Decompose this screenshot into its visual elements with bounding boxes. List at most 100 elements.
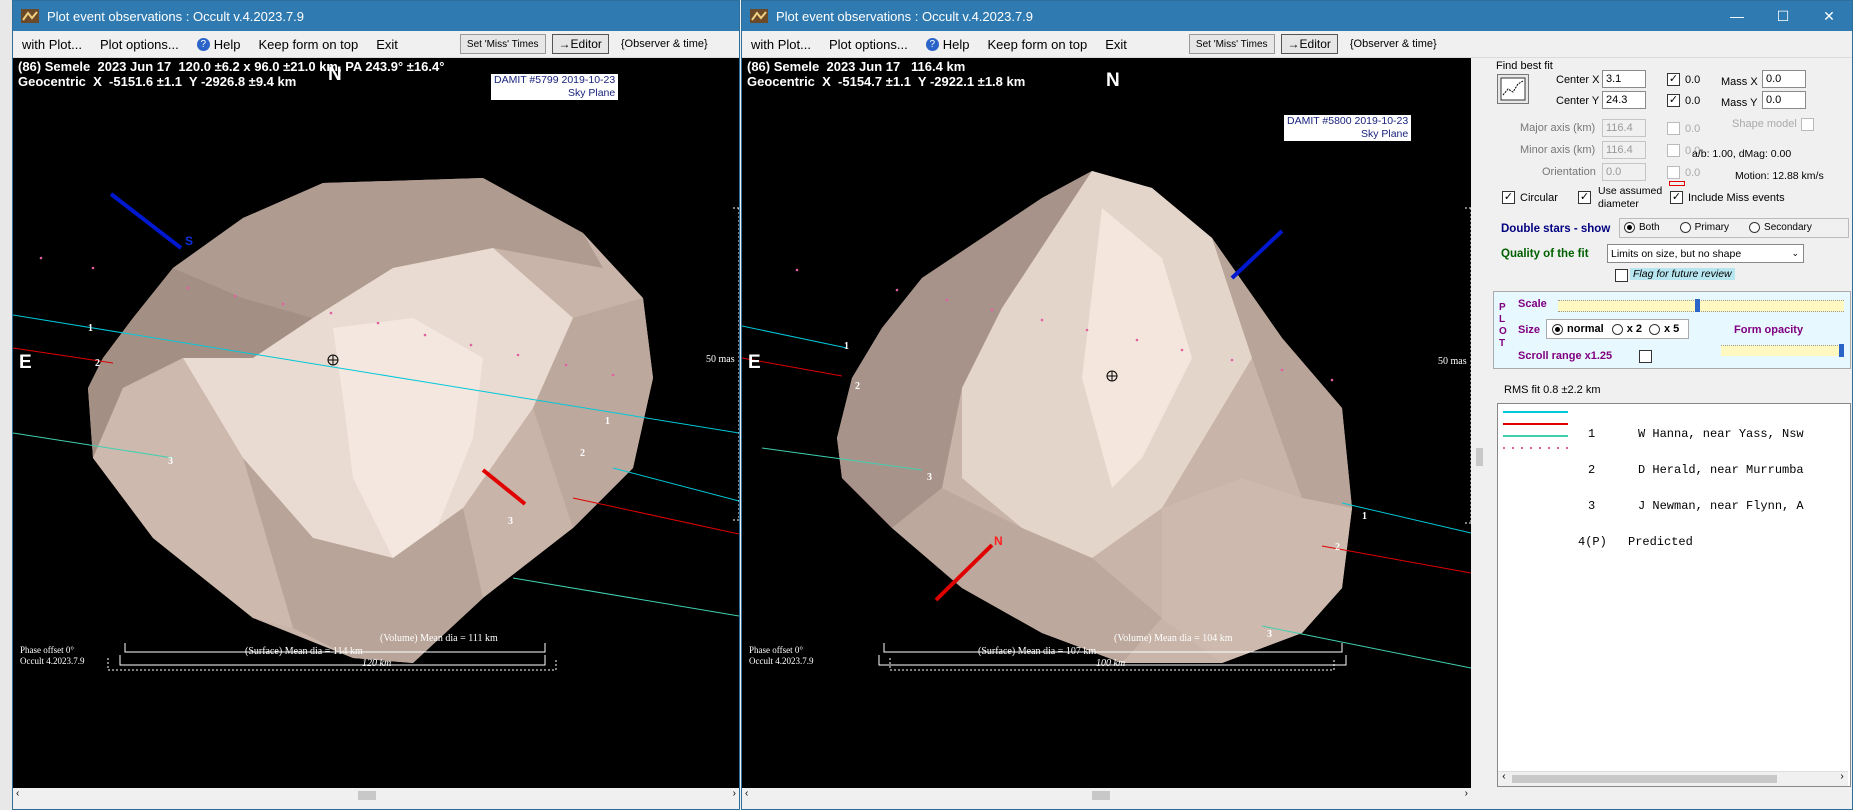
left-phase-offset: Phase offset 0°: [20, 645, 74, 655]
damit-model-text: DAMIT #5799 2019-10-23: [494, 74, 616, 86]
menu-help[interactable]: ? Help: [917, 32, 979, 56]
scroll-range-checkbox[interactable]: [1639, 350, 1652, 363]
plot-settings-group: P L O T Scale Size normal x 2 x 5 Form o…: [1493, 291, 1851, 369]
menu-plot-options[interactable]: Plot options...: [91, 32, 188, 56]
menu-keep-on-top[interactable]: Keep form on top: [250, 32, 368, 56]
scroll-left-arrow-icon[interactable]: ‹: [745, 788, 748, 799]
legend-scroll-thumb[interactable]: [1512, 775, 1777, 783]
menu-with-plot[interactable]: with Plot...: [742, 32, 820, 56]
right-scroll-thumb[interactable]: [1092, 791, 1110, 800]
legend-num: 3: [1588, 499, 1596, 513]
menu-plot-options[interactable]: Plot options...: [820, 32, 917, 56]
minor-axis-fit-checkbox[interactable]: [1667, 144, 1680, 157]
size-x5-radio[interactable]: x 5: [1648, 323, 1680, 335]
use-assumed-diameter-checkbox[interactable]: ✓: [1578, 191, 1591, 204]
set-miss-times-button[interactable]: Set 'Miss' Times: [459, 34, 546, 54]
right-plot-canvas[interactable]: (86) Semele 2023 Jun 17 116.4 km Geocent…: [742, 58, 1471, 788]
form-opacity-label: Form opacity: [1734, 324, 1804, 336]
ds-secondary-radio[interactable]: Secondary: [1749, 222, 1812, 234]
ds-both-radio[interactable]: Both: [1624, 222, 1660, 234]
ds-secondary-label: Secondary: [1764, 222, 1812, 234]
major-axis-input[interactable]: 116.4: [1602, 119, 1646, 137]
observer-time-menu[interactable]: {Observer & time}: [1341, 32, 1446, 56]
menu-help-label: Help: [942, 36, 970, 52]
menu-help[interactable]: ? Help: [188, 32, 250, 56]
chord-label-3-right: 3: [508, 516, 513, 527]
editor-button[interactable]: →Editor: [551, 34, 609, 54]
fit-control-panel: Find best fit Center X 3.1 ✓ 0.0 Mass X …: [1492, 58, 1852, 808]
plot-letter-t: T: [1499, 338, 1506, 349]
editor-button[interactable]: →Editor: [1280, 34, 1338, 54]
right-title-bar[interactable]: Plot event observations : Occult v.4.202…: [742, 1, 1852, 31]
scale-slider[interactable]: [1558, 299, 1844, 312]
maximize-button[interactable]: ☐: [1760, 1, 1806, 31]
circular-checkbox[interactable]: ✓: [1502, 191, 1515, 204]
right-vertical-scrollbar[interactable]: [1472, 58, 1487, 788]
set-miss-times-button[interactable]: Set 'Miss' Times: [1188, 34, 1275, 54]
right-horizontal-scrollbar[interactable]: ‹ ›: [742, 788, 1471, 803]
left-horizontal-scrollbar[interactable]: ‹ ›: [13, 788, 739, 803]
find-best-fit-button[interactable]: [1497, 74, 1529, 104]
form-opacity-slider-thumb[interactable]: [1839, 344, 1844, 357]
scroll-right-arrow-icon[interactable]: ›: [1465, 788, 1468, 799]
mass-y-label: Mass Y: [1721, 97, 1758, 109]
chord-label-1: 1: [88, 323, 93, 334]
menu-keep-on-top[interactable]: Keep form on top: [979, 32, 1097, 56]
scroll-right-arrow-icon[interactable]: ›: [733, 788, 736, 799]
km-scale-bar: [107, 658, 557, 671]
radio-dot-icon: [1648, 323, 1660, 335]
east-label: E: [19, 352, 32, 373]
menu-exit[interactable]: Exit: [1096, 32, 1136, 56]
orientation-input[interactable]: 0.0: [1602, 163, 1646, 181]
size-x2-radio[interactable]: x 2: [1611, 323, 1642, 335]
scroll-right-arrow-icon[interactable]: ›: [1839, 772, 1845, 783]
center-x-fit-checkbox[interactable]: ✓: [1667, 73, 1680, 86]
center-y-input[interactable]: 24.3: [1602, 91, 1646, 109]
mass-x-input[interactable]: 0.0: [1762, 70, 1806, 88]
left-scroll-thumb[interactable]: [358, 791, 376, 800]
scroll-left-arrow-icon[interactable]: ‹: [1501, 772, 1507, 783]
include-miss-events-checkbox[interactable]: ✓: [1670, 191, 1683, 204]
flag-for-review-checkbox[interactable]: [1615, 269, 1628, 282]
observer-legend-list[interactable]: 1 W Hanna, near Yass, Nsw 2 D Herald, near…: [1497, 403, 1851, 787]
chord-label-3-right: 3: [1267, 629, 1272, 640]
center-x-input[interactable]: 3.1: [1602, 70, 1646, 88]
mass-y-input[interactable]: 0.0: [1762, 91, 1806, 109]
menu-exit[interactable]: Exit: [367, 32, 407, 56]
close-button[interactable]: ✕: [1806, 1, 1852, 31]
size-normal-radio[interactable]: normal: [1552, 323, 1604, 335]
scroll-left-arrow-icon[interactable]: ‹: [16, 788, 19, 799]
center-y-label: Center Y: [1556, 95, 1600, 107]
observer-time-menu[interactable]: {Observer & time}: [612, 32, 717, 56]
right-vscroll-thumb[interactable]: [1476, 448, 1483, 466]
south-pole-marker: [1230, 229, 1284, 280]
legend-hscrollbar[interactable]: ‹ ›: [1498, 771, 1848, 786]
form-opacity-slider[interactable]: [1721, 344, 1844, 357]
right-header-line-1: (86) Semele 2023 Jun 17 116.4 km: [747, 59, 966, 74]
find-best-fit-label: Find best fit: [1496, 60, 1553, 72]
damit-plane-text: Sky Plane: [1360, 128, 1409, 140]
south-pole-tag: S: [185, 234, 194, 248]
minor-axis-input[interactable]: 116.4: [1602, 141, 1646, 159]
shape-model-label: Shape model: [1732, 118, 1797, 130]
orientation-fit-checkbox[interactable]: [1667, 166, 1680, 179]
size-x5-label: x 5: [1663, 323, 1680, 335]
left-km-scale: 120 km: [362, 658, 392, 669]
left-title-bar[interactable]: Plot event observations : Occult v.4.202…: [13, 1, 739, 31]
major-axis-fit-checkbox[interactable]: [1667, 122, 1680, 135]
right-damit-label: DAMIT #5800 2019-10-23 Sky Plane: [1284, 115, 1412, 141]
center-y-fit-checkbox[interactable]: ✓: [1667, 94, 1680, 107]
minimize-button[interactable]: —: [1714, 1, 1760, 31]
left-header-line-2: Geocentric X -5151.6 ±1.1 Y -2926.8 ±9.4…: [18, 74, 297, 89]
left-plot-canvas[interactable]: (86) Semele 2023 Jun 17 120.0 ±6.2 x 96.…: [13, 58, 739, 788]
shape-model-checkbox[interactable]: [1801, 118, 1814, 131]
chord-label-3: 3: [168, 456, 173, 467]
chord-label-2: 2: [855, 381, 860, 392]
scale-slider-thumb[interactable]: [1695, 299, 1700, 312]
quality-of-fit-label: Quality of the fit: [1501, 248, 1589, 260]
ds-primary-radio[interactable]: Primary: [1679, 222, 1729, 234]
right-version: Occult 4.2023.7.9: [749, 656, 814, 666]
rms-fit-text: RMS fit 0.8 ±2.2 km: [1504, 384, 1601, 396]
menu-with-plot[interactable]: with Plot...: [13, 32, 91, 56]
quality-of-fit-select[interactable]: Limits on size, but no shape ⌄: [1607, 244, 1804, 263]
